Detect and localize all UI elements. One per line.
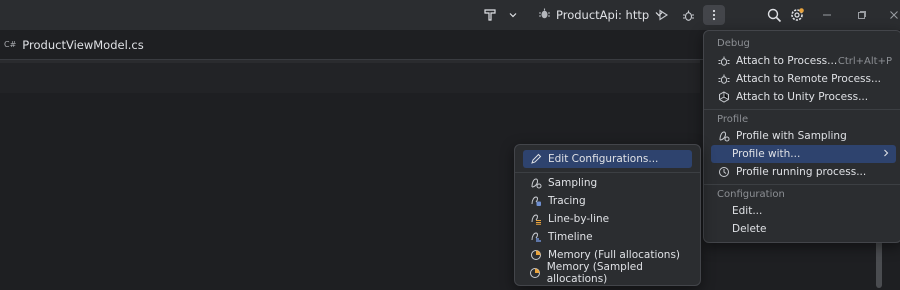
submenu-item-tracing[interactable]: Tracing: [523, 192, 692, 210]
line-by-line-icon: [529, 212, 543, 226]
menu-item-label: Delete: [732, 223, 767, 235]
tab-productviewmodel[interactable]: C# ProductViewModel.cs: [0, 30, 144, 59]
submenu-item-line-by-line[interactable]: Line-by-line: [523, 210, 692, 228]
menu-item-label: Timeline: [548, 231, 593, 243]
hammer-icon: [483, 8, 497, 22]
menu-item-label: Line-by-line: [548, 213, 610, 225]
vertical-ellipsis-icon: [712, 9, 716, 21]
menu-separator: [704, 184, 900, 185]
profile-running-icon: [717, 165, 731, 179]
submenu-item-edit-configurations[interactable]: Edit Configurations...: [523, 150, 692, 168]
submenu-item-timeline[interactable]: Timeline: [523, 228, 692, 246]
chevron-down-icon: [508, 10, 518, 20]
memory-icon: [529, 248, 543, 262]
run-button[interactable]: [655, 5, 671, 25]
chevron-right-icon: [882, 149, 890, 160]
sampling-icon: [717, 129, 731, 143]
csharp-file-icon: C#: [4, 40, 17, 49]
tab-label: ProductViewModel.cs: [22, 37, 144, 52]
menu-item-attach-to-process[interactable]: Attach to Process... Ctrl+Alt+P: [711, 52, 896, 70]
close-icon: [889, 10, 899, 20]
menu-item-label: Memory (Full allocations): [548, 249, 681, 261]
bug-icon: [682, 9, 695, 22]
menu-item-profile-running-process[interactable]: Profile running process...: [711, 163, 896, 181]
menu-item-attach-to-unity-process[interactable]: Attach to Unity Process...: [711, 88, 896, 106]
menu-item-attach-to-remote-process[interactable]: Attach to Remote Process...: [711, 70, 896, 88]
pencil-icon: [529, 152, 543, 166]
sampling-icon: [529, 176, 543, 190]
submenu-item-sampling[interactable]: Sampling: [523, 174, 692, 192]
shortcut-label: Ctrl+Alt+P: [837, 55, 892, 67]
timeline-icon: [529, 230, 543, 244]
menu-item-label: Profile with...: [732, 148, 801, 160]
unity-icon: [717, 90, 731, 104]
menu-item-label: Sampling: [548, 177, 598, 189]
bug-icon: [538, 7, 551, 23]
profile-with-submenu: Edit Configurations... Sampling Tracing …: [514, 144, 701, 286]
build-hammer-button[interactable]: [481, 5, 499, 25]
memory-icon: [529, 266, 542, 280]
submenu-item-memory-sampled[interactable]: Memory (Sampled allocations): [523, 261, 692, 285]
menu-separator: [704, 109, 900, 110]
menu-item-profile-with[interactable]: Profile with...: [711, 145, 896, 163]
menu-separator: [515, 172, 700, 173]
more-actions-button[interactable]: [703, 5, 725, 25]
attach-process-icon: [717, 54, 731, 68]
menu-item-delete[interactable]: Delete: [711, 220, 896, 238]
vertical-scrollbar[interactable]: [876, 240, 882, 288]
profile-section-header: Profile: [717, 114, 749, 125]
menu-item-label: Profile running process...: [736, 166, 867, 178]
restore-icon: [857, 10, 867, 20]
menu-item-label: Memory (Sampled allocations): [546, 261, 643, 285]
search-button[interactable]: [765, 5, 783, 25]
menu-item-label: Edit Configurations...: [548, 153, 659, 165]
run-actions-menu: Debug Attach to Process... Ctrl+Alt+P At…: [703, 30, 900, 243]
close-button[interactable]: [887, 5, 900, 25]
editor-current-line: [0, 63, 700, 93]
minimize-icon: [822, 10, 832, 20]
play-icon: [657, 9, 669, 21]
menu-item-label: Attach to Process...: [736, 55, 838, 67]
minimize-button[interactable]: [820, 5, 834, 25]
attach-remote-icon: [717, 72, 731, 86]
build-dropdown-button[interactable]: [506, 5, 520, 25]
menu-item-label: Profile with Sampling: [736, 130, 847, 142]
run-configuration-label: ProductApi: http: [556, 8, 650, 22]
menu-item-edit[interactable]: Edit...: [711, 202, 896, 220]
menu-item-label: Tracing: [548, 195, 586, 207]
debug-button[interactable]: [680, 5, 696, 25]
gear-icon: [789, 7, 805, 23]
restore-button[interactable]: [855, 5, 869, 25]
menu-item-label: Attach to Remote Process...: [736, 73, 882, 85]
title-bar: ProductApi: http: [0, 0, 900, 30]
tracing-icon: [529, 194, 543, 208]
search-icon: [767, 8, 782, 23]
settings-button[interactable]: [788, 5, 806, 25]
menu-item-label: Edit...: [732, 205, 763, 217]
menu-item-profile-with-sampling[interactable]: Profile with Sampling: [711, 127, 896, 145]
configuration-section-header: Configuration: [717, 189, 785, 200]
debug-section-header: Debug: [717, 38, 750, 49]
run-configuration-selector[interactable]: ProductApi: http: [538, 5, 664, 25]
menu-item-label: Attach to Unity Process...: [736, 91, 869, 103]
